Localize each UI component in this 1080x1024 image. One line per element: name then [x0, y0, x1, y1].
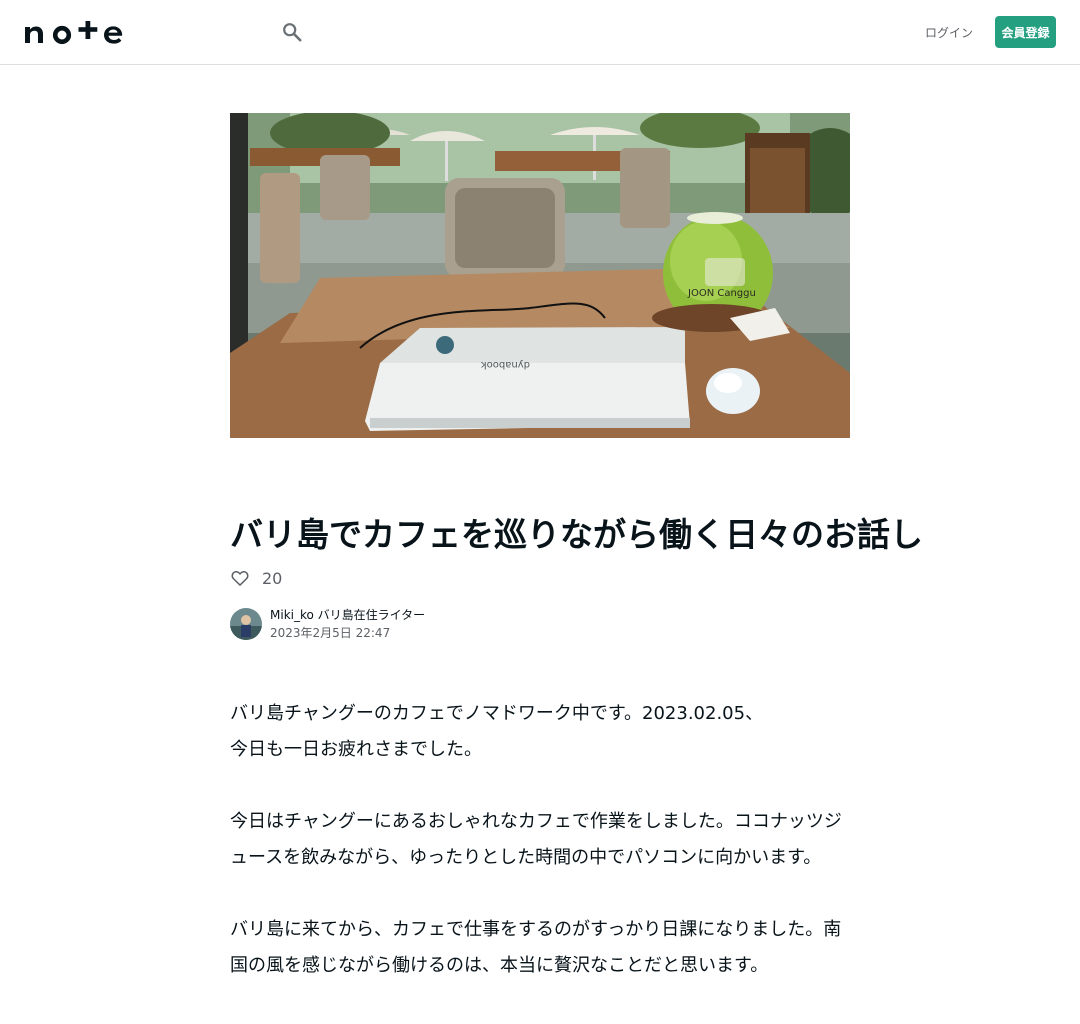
signup-button[interactable]: 会員登録	[995, 16, 1056, 48]
search-icon[interactable]	[281, 21, 303, 43]
author-name[interactable]: Miki_ko バリ島在住ライター	[270, 606, 425, 624]
login-link[interactable]: ログイン	[920, 16, 978, 48]
body-paragraph: バリ島チャングーのカフェでノマドワーク中です。2023.02.05、	[230, 703, 764, 724]
body-paragraph: 今日も一日お疲れさまでした。	[230, 739, 482, 760]
like-count: 20	[262, 568, 283, 588]
note-logo[interactable]	[24, 19, 124, 45]
like-row: 20	[230, 566, 282, 590]
avatar[interactable]	[230, 608, 262, 640]
article-body: バリ島チャングーのカフェでノマドワーク中です。2023.02.05、 今日も一日…	[230, 696, 850, 984]
article-title: バリ島でカフェを巡りながら働く日々のお話し	[230, 515, 923, 554]
laptop-brand-text: dynabook	[481, 359, 530, 370]
post-date: 2023年2月5日 22:47	[270, 626, 391, 640]
heart-icon[interactable]	[230, 568, 250, 588]
hero-image: dynabook JOON Canggu	[230, 113, 850, 438]
body-paragraph: 今日はチャングーにあるおしゃれなカフェで作業をしました。ココナッツジュースを飲み…	[230, 811, 842, 868]
coconut-label-text: JOON Canggu	[687, 288, 756, 299]
author-meta: Miki_ko バリ島在住ライター 2023年2月5日 22:47	[270, 606, 425, 642]
author-info: Miki_ko バリ島在住ライター 2023年2月5日 22:47	[230, 607, 425, 641]
body-paragraph: バリ島に来てから、カフェで仕事をするのがすっかり日課になりました。南国の風を感じ…	[230, 919, 842, 976]
site-header: ログイン 会員登録	[0, 0, 1080, 65]
